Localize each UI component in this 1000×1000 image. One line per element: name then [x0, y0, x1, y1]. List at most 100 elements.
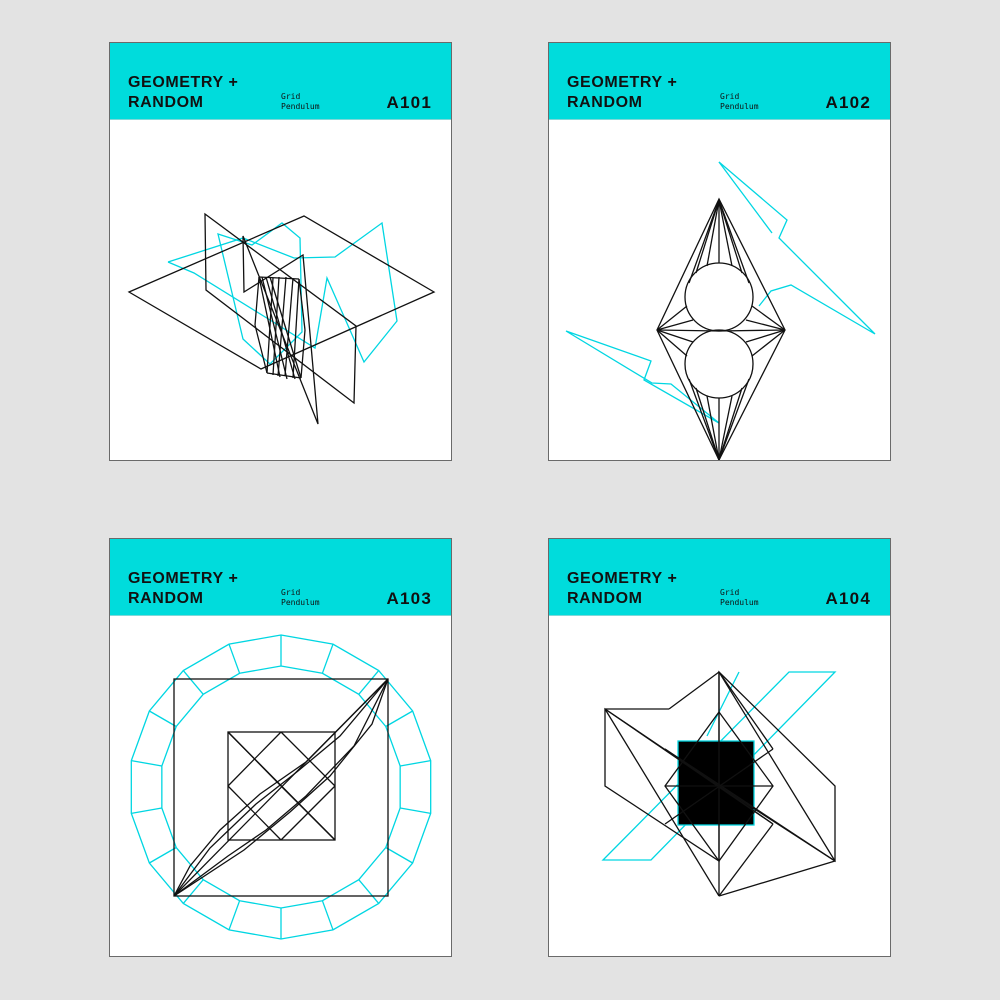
- grid-dot: [739, 634, 742, 637]
- grid-dot: [429, 294, 432, 297]
- grid-dot: [386, 138, 389, 141]
- black-shapes: [127, 212, 436, 425]
- grid-dot: [386, 216, 389, 219]
- grid-dot: [567, 712, 570, 715]
- grid-dot: [257, 829, 260, 832]
- grid-dot: [429, 138, 432, 141]
- grid-dot: [429, 255, 432, 258]
- poster-subtitle-line-2: Pendulum: [720, 102, 759, 111]
- grid-dot: [739, 712, 742, 715]
- grid-dot: [739, 907, 742, 910]
- grid-dot: [257, 907, 260, 910]
- poster-card-a101: GEOMETRY + RANDOM Grid Pendulum A101: [109, 42, 452, 461]
- poster-header: GEOMETRY + RANDOM Grid Pendulum A102: [549, 43, 890, 120]
- grid-dot: [825, 333, 828, 336]
- grid-dot: [429, 333, 432, 336]
- grid-dot: [343, 712, 346, 715]
- grid-dot: [610, 372, 613, 375]
- grid-dot: [257, 790, 260, 793]
- grid-dot: [343, 868, 346, 871]
- grid-dot: [653, 673, 656, 676]
- grid-dot: [782, 907, 785, 910]
- poster-code: A104: [825, 589, 871, 608]
- grid-dot: [782, 829, 785, 832]
- grid-dot: [257, 372, 260, 375]
- poster-artwork: [565, 138, 876, 460]
- grid-dot: [653, 751, 656, 754]
- grid-dot: [300, 712, 303, 715]
- cyan-spoke: [385, 710, 413, 728]
- grid-dot: [429, 868, 432, 871]
- grid-dot: [610, 673, 613, 676]
- grid-dot: [386, 673, 389, 676]
- grid-dot: [868, 411, 871, 414]
- grid-dot: [868, 255, 871, 258]
- poster-subtitle-line-1: Grid: [720, 92, 740, 101]
- grid-dot: [653, 138, 656, 141]
- grid-dot: [128, 138, 131, 141]
- grid-dot: [214, 333, 217, 336]
- poster-subtitle-line-2: Pendulum: [720, 598, 759, 607]
- grid-dot: [128, 673, 131, 676]
- grid-dot: [386, 411, 389, 414]
- poster-card-a103: GEOMETRY + RANDOM Grid Pendulum A103: [109, 538, 452, 957]
- grid-dot: [782, 177, 785, 180]
- grid-dot: [868, 790, 871, 793]
- cyan-spoke: [400, 807, 431, 815]
- grid-dot: [696, 216, 699, 219]
- grid-dot: [429, 372, 432, 375]
- grid-dot: [825, 216, 828, 219]
- grid-dot: [567, 294, 570, 297]
- poster-title-line-2: RANDOM: [567, 94, 643, 111]
- grid-dot: [300, 634, 303, 637]
- grid-dot: [171, 411, 174, 414]
- grid-dot: [782, 411, 785, 414]
- grid-dot: [257, 255, 260, 258]
- cyan-spoke: [228, 900, 241, 931]
- grid-dot: [171, 216, 174, 219]
- grid-dot: [825, 255, 828, 258]
- grid-dot: [696, 712, 699, 715]
- grid-dot: [825, 868, 828, 871]
- grid-dot: [567, 216, 570, 219]
- poster-artwork: [567, 634, 871, 910]
- grid-dot: [825, 712, 828, 715]
- poster-artwork: [127, 138, 436, 425]
- grid-dot: [429, 712, 432, 715]
- grid-dot: [214, 790, 217, 793]
- grid-dot: [782, 790, 785, 793]
- grid-dot: [739, 673, 742, 676]
- grid-dot: [739, 372, 742, 375]
- grid-dot: [825, 634, 828, 637]
- grid-dot: [739, 333, 742, 336]
- poster-header: GEOMETRY + RANDOM Grid Pendulum A103: [110, 539, 451, 616]
- poster-artwork: [128, 634, 432, 940]
- grid-dot: [696, 177, 699, 180]
- cyan-spoke: [321, 900, 334, 931]
- grid-dot: [610, 294, 613, 297]
- grid-dot: [653, 294, 656, 297]
- grid-dot: [567, 634, 570, 637]
- grid-dot: [782, 712, 785, 715]
- grid-dot: [567, 177, 570, 180]
- grid-dot: [300, 673, 303, 676]
- grid-dot: [610, 138, 613, 141]
- cyan-spoke: [228, 643, 241, 674]
- black-shapes: [656, 197, 786, 460]
- dot-grid: [567, 138, 871, 414]
- cyan-spoke: [131, 759, 162, 767]
- grid-dot: [782, 868, 785, 871]
- grid-dot: [343, 216, 346, 219]
- grid-dot: [343, 138, 346, 141]
- grid-dot: [782, 634, 785, 637]
- grid-dot: [257, 177, 260, 180]
- grid-dot: [386, 294, 389, 297]
- grid-dot: [343, 829, 346, 832]
- dot-grid: [128, 138, 432, 414]
- grid-dot: [868, 829, 871, 832]
- cyan-spoke: [385, 846, 413, 864]
- poster-subtitle-line-1: Grid: [281, 92, 301, 101]
- grid-dot: [257, 216, 260, 219]
- grid-dot: [171, 333, 174, 336]
- grid-dot: [429, 177, 432, 180]
